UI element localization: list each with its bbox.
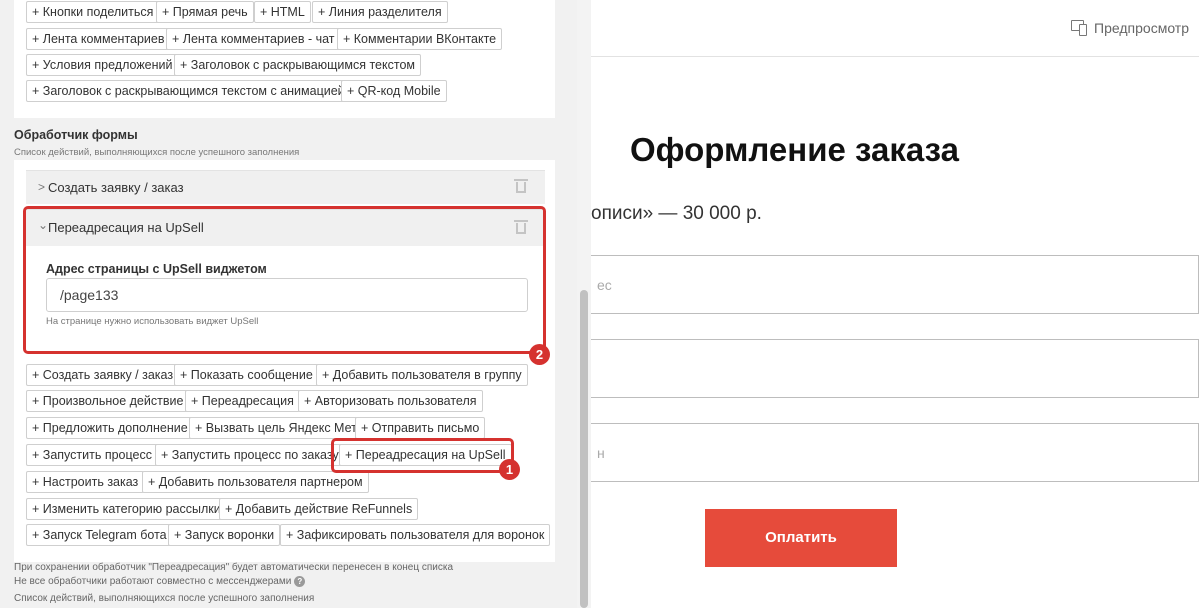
product-price-text: описи» — 30 000 р. [591,203,762,224]
order-form-field[interactable]: ес [591,255,1199,314]
add-send-email-button[interactable]: + Отправить письмо [355,417,486,439]
devices-icon [1071,20,1089,36]
add-custom-action-button[interactable]: + Произвольное действие [26,390,190,412]
add-comments-feed-button[interactable]: + Лента комментариев [26,28,171,50]
add-comments-chat-button[interactable]: + Лента комментариев - чат [166,28,341,50]
redirect-order-note: При сохранении обработчик "Переадресация… [14,562,454,573]
add-redirect-button[interactable]: + Переадресация [185,390,300,412]
preview-topbar: Предпросмотр [591,0,1199,57]
scrollbar-thumb[interactable] [580,290,588,608]
add-refunnels-action-button[interactable]: + Добавить действие ReFunnels [219,498,419,520]
actions-list-subtitle: Список действий, выполняющихся после усп… [14,593,315,604]
preview-button[interactable]: Предпросмотр [1071,20,1189,36]
annotation-badge-2: 2 [529,344,550,365]
add-expandable-heading-animated-button[interactable]: + Заголовок с раскрывающимся текстом с а… [26,80,351,102]
add-direct-speech-button[interactable]: + Прямая речь [156,1,254,23]
messenger-note: Не все обработчики работают совместно с … [14,576,306,588]
action-create-order[interactable]: > Создать заявку / заказ [26,170,545,204]
add-telegram-bot-button[interactable]: + Запуск Telegram бота [26,524,173,546]
add-show-message-button[interactable]: + Показать сообщение [174,364,319,386]
help-icon[interactable]: ? [294,576,306,587]
order-form-field[interactable] [591,339,1199,398]
add-offer-addon-button[interactable]: + Предложить дополнение [26,417,194,439]
preview-label: Предпросмотр [1094,20,1189,36]
form-handler-title: Обработчик формы [14,128,138,142]
add-configure-order-button[interactable]: + Настроить заказ [26,471,145,493]
add-create-order-button[interactable]: + Создать заявку / заказ [26,364,180,386]
add-qr-code-button[interactable]: + QR-код Mobile [341,80,447,102]
add-start-process-button[interactable]: + Запустить процесс [26,444,158,466]
add-user-to-group-button[interactable]: + Добавить пользователя в группу [316,364,528,386]
add-share-buttons-button[interactable]: + Кнопки поделиться [26,1,160,23]
add-authorize-user-button[interactable]: + Авторизовать пользователя [298,390,483,412]
add-start-funnel-button[interactable]: + Запуск воронки [168,524,281,546]
add-html-button[interactable]: + HTML [254,1,311,23]
add-start-order-process-button[interactable]: + Запустить процесс по заказу [155,444,345,466]
annotation-badge-1: 1 [499,459,520,480]
highlight-box-1 [331,438,514,473]
add-fix-user-for-funnels-button[interactable]: + Зафиксировать пользователя для воронок [280,524,551,546]
messenger-note-text: Не все обработчики работают совместно с … [14,576,292,588]
add-change-mailing-category-button[interactable]: + Изменить категорию рассылки [26,498,227,520]
field-placeholder: н [597,445,605,461]
form-handler-subtitle: Список действий, выполняющихся после усп… [14,147,300,158]
highlight-box-2 [23,206,546,354]
add-divider-line-button[interactable]: + Линия разделителя [312,1,448,23]
chevron-right-icon: > [38,180,46,194]
preview-panel: Предпросмотр Оформление заказа описи» — … [591,0,1199,608]
editor-panel: + Кнопки поделиться + Прямая речь + HTML… [0,0,591,608]
order-heading: Оформление заказа [630,131,959,168]
order-form-field[interactable]: н [591,423,1199,482]
action-create-order-label: Создать заявку / заказ [48,180,184,195]
add-vk-comments-button[interactable]: + Комментарии ВКонтакте [337,28,503,50]
trash-icon[interactable] [514,179,528,193]
field-placeholder: ес [597,277,612,293]
add-partner-user-button[interactable]: + Добавить пользователя партнером [142,471,369,493]
add-offer-conditions-button[interactable]: + Условия предложений [26,54,179,76]
pay-button[interactable]: Оплатить [705,509,897,567]
add-expandable-heading-button[interactable]: + Заголовок с раскрывающимся текстом [174,54,422,76]
